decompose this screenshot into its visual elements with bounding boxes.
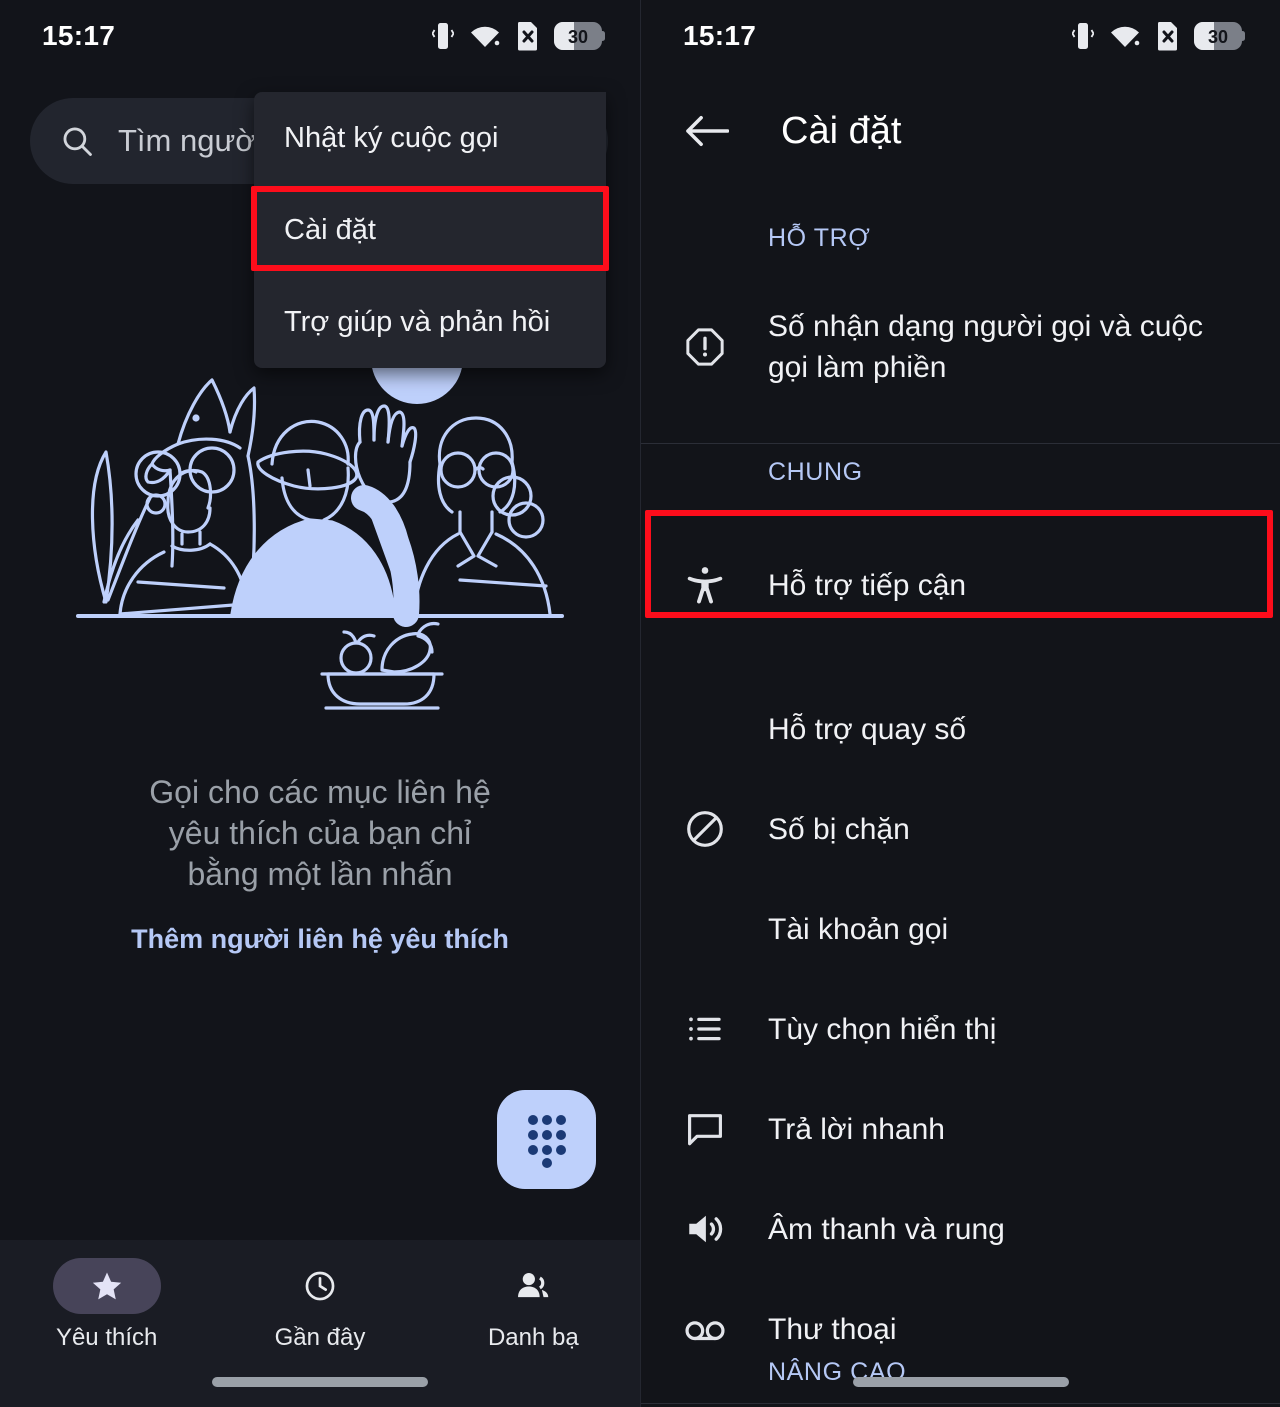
- nav-label-recents: Gần đây: [274, 1324, 366, 1351]
- setting-row-sounds-vibration[interactable]: Âm thanh và rung: [641, 1179, 1280, 1279]
- battery-icon: 30: [554, 22, 605, 50]
- menu-item-help-feedback-label: Trợ giúp và phản hồi: [284, 305, 551, 338]
- home-indicator-right: [852, 1377, 1069, 1387]
- block-icon: [641, 808, 768, 850]
- setting-label-sounds-vibration: Âm thanh và rung: [768, 1212, 1005, 1246]
- section-label-general: CHUNG: [768, 458, 863, 486]
- wifi-icon: [471, 26, 500, 47]
- nav-label-contacts: Danh bạ: [487, 1324, 579, 1351]
- alert-octagon-icon: [641, 326, 768, 368]
- accessibility-icon: [641, 564, 768, 606]
- sim-error-icon: [517, 22, 537, 51]
- setting-label-caller-id: Số nhận dạng người gọi và cuộc gọi làm p…: [768, 310, 1204, 384]
- section-divider-2: [641, 1403, 1280, 1404]
- star-icon: [92, 1272, 121, 1300]
- setting-row-blocked-numbers[interactable]: Số bị chặn: [641, 779, 1280, 879]
- status-time-right: 15:17: [683, 20, 757, 51]
- bottom-navigation-bar: Yêu thích Gần đây Danh bạ: [0, 1240, 640, 1407]
- phone-screen-settings: 15:17 30 Cài đặt HỖ TRỢ Số nhận dạng ngư…: [640, 0, 1280, 1407]
- setting-label-display-options: Tùy chọn hiển thị: [768, 1012, 997, 1046]
- empty-line-2: yêu thích của bạn chỉ: [168, 815, 472, 851]
- setting-label-voicemail: Thư thoại: [768, 1312, 897, 1346]
- family-and-dog-illustration: [76, 352, 564, 710]
- section-label-support: HỖ TRỢ: [768, 224, 871, 252]
- setting-row-caller-id[interactable]: Số nhận dạng người gọi và cuộc gọi làm p…: [641, 297, 1280, 397]
- contacts-icon: [518, 1272, 549, 1298]
- nav-pill-favorites: [52, 1258, 161, 1314]
- nav-pill-recents: [266, 1258, 374, 1314]
- dual-screenshot: 15:17 30 Tìm người Gọi cho các mục liên …: [0, 0, 1280, 1407]
- nav-item-favorites[interactable]: Yêu thích: [0, 1258, 213, 1407]
- search-icon: [63, 127, 92, 156]
- status-bar: 15:17 30: [0, 0, 640, 72]
- wifi-icon: [1111, 26, 1140, 47]
- section-support: HỖ TRỢ Số nhận dạng người gọi và cuộc gọ…: [641, 224, 1280, 444]
- status-bar-right: 15:17 30: [641, 0, 1280, 72]
- battery-level-text: 30: [568, 27, 588, 47]
- setting-row-quick-responses[interactable]: Trả lời nhanh: [641, 1079, 1280, 1179]
- nav-pill-contacts: [479, 1258, 587, 1314]
- section-divider-1: [641, 443, 1280, 444]
- voicemail-icon: [641, 1307, 768, 1351]
- menu-item-settings[interactable]: Cài đặt: [254, 184, 606, 276]
- chat-bubble-icon: [641, 1108, 768, 1150]
- back-button[interactable]: [681, 114, 733, 148]
- setting-label-calling-accounts: Tài khoản gọi: [768, 912, 949, 946]
- empty-state-text: Gọi cho các mục liên hệ yêu thích của bạ…: [0, 772, 640, 895]
- battery-level-text: 30: [1208, 27, 1228, 47]
- dialpad-icon: [527, 1114, 566, 1168]
- menu-item-call-log-label: Nhật ký cuộc gọi: [284, 121, 499, 154]
- nav-item-contacts[interactable]: Danh bạ: [427, 1258, 640, 1407]
- empty-line-3: bằng một lần nhấn: [187, 856, 453, 892]
- battery-icon: 30: [1194, 22, 1245, 50]
- menu-item-settings-label: Cài đặt: [284, 213, 376, 246]
- status-icons: 30: [432, 21, 606, 51]
- volume-icon: [641, 1208, 768, 1250]
- nav-label-favorites: Yêu thích: [55, 1324, 158, 1351]
- search-placeholder: Tìm người: [118, 123, 263, 158]
- settings-header: Cài đặt: [641, 88, 1280, 174]
- status-time: 15:17: [42, 20, 116, 51]
- setting-label-blocked-numbers: Số bị chặn: [768, 812, 910, 846]
- vibrate-icon: [1072, 23, 1094, 49]
- setting-row-calling-accounts[interactable]: Tài khoản gọi: [641, 879, 1280, 979]
- vibrate-icon: [432, 23, 454, 49]
- dialpad-fab-button[interactable]: [497, 1090, 596, 1189]
- sim-error-icon: [1157, 22, 1177, 51]
- setting-label-quick-responses: Trả lời nhanh: [768, 1112, 945, 1146]
- setting-row-display-options[interactable]: Tùy chọn hiển thị: [641, 979, 1280, 1079]
- list-icon: [641, 1008, 768, 1050]
- add-favorite-contact-link[interactable]: Thêm người liên hệ yêu thích: [0, 924, 640, 955]
- setting-row-dial-assist[interactable]: Hỗ trợ quay số: [641, 679, 1280, 779]
- section-general: CHUNG Hỗ trợ tiếp cận Hỗ trợ quay số Số …: [641, 458, 1280, 1404]
- status-icons-right: 30: [1072, 21, 1246, 51]
- menu-item-help-feedback[interactable]: Trợ giúp và phản hồi: [254, 276, 606, 368]
- home-indicator: [212, 1377, 428, 1387]
- phone-screen-dialer: 15:17 30 Tìm người Gọi cho các mục liên …: [0, 0, 640, 1407]
- overflow-menu: Nhật ký cuộc gọi Cài đặt Trợ giúp và phả…: [254, 92, 606, 368]
- page-title: Cài đặt: [781, 109, 902, 152]
- empty-line-1: Gọi cho các mục liên hệ: [149, 774, 491, 810]
- setting-label-accessibility: Hỗ trợ tiếp cận: [768, 568, 967, 602]
- arrow-left-icon: [686, 116, 729, 146]
- setting-row-accessibility[interactable]: Hỗ trợ tiếp cận: [641, 531, 1280, 639]
- setting-label-dial-assist: Hỗ trợ quay số: [768, 712, 967, 746]
- clock-icon: [305, 1271, 335, 1301]
- menu-item-call-log[interactable]: Nhật ký cuộc gọi: [254, 92, 606, 184]
